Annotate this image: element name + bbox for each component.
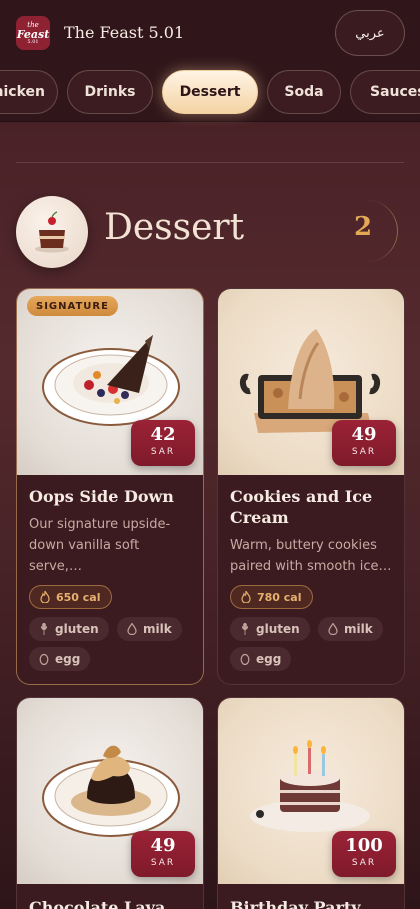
menu-item-card[interactable]: 49 SAR Cookies and Ice Cream Warm, butte… [217, 288, 405, 685]
calories-badge: 780 cal [230, 585, 313, 609]
tab-drinks[interactable]: Drinks [67, 70, 153, 114]
app-title: The Feast 5.01 [64, 23, 185, 42]
dish-name: Chocolate Lava [29, 898, 166, 909]
flame-icon [40, 591, 50, 603]
tab-chicken[interactable]: Chicken [0, 70, 58, 114]
allergen-chip-egg: egg [29, 647, 91, 671]
signature-badge: SIGNATURE [27, 296, 118, 316]
dish-name: Oops Side Down [29, 487, 174, 506]
price-tag: 49 SAR [131, 831, 195, 877]
tab-dessert[interactable]: Dessert [162, 70, 258, 114]
drop-icon [127, 623, 137, 635]
price-tag: 49 SAR [332, 420, 396, 466]
menu-item-card[interactable]: SIGNATURE 42 SAR Oops Side Down Our sign… [16, 288, 204, 685]
section-divider [16, 162, 404, 163]
drop-icon [328, 623, 338, 635]
menu-item-card[interactable]: 49 SAR Chocolate Lava [16, 697, 204, 909]
language-toggle-button[interactable]: عربي [335, 10, 405, 56]
allergen-chip-gluten: gluten [29, 617, 109, 641]
dish-image: SIGNATURE 42 SAR [17, 289, 203, 475]
tab-soda[interactable]: Soda [267, 70, 341, 114]
menu-page: theFeast5.01 The Feast 5.01 عربي Chicken… [0, 0, 420, 909]
dish-name: Cookies and Ice Cream [230, 487, 373, 527]
dish-name: Birthday Party [230, 898, 361, 909]
category-tabs: Chicken Drinks Dessert Soda Sauces [0, 66, 420, 122]
dish-image: 100 SAR [218, 698, 404, 884]
cake-icon [16, 196, 88, 268]
price-tag: 100 SAR [332, 831, 396, 877]
section-item-count: 2 [354, 212, 373, 242]
price-tag: 42 SAR [131, 420, 195, 466]
menu-item-card[interactable]: 100 SAR Birthday Party [217, 697, 405, 909]
allergen-chip-gluten: gluten [230, 617, 310, 641]
wheat-icon [241, 623, 249, 635]
allergen-chip-milk: milk [117, 617, 182, 641]
flame-icon [241, 591, 251, 603]
egg-icon [240, 653, 250, 665]
dish-description: Warm, buttery cookies paired with smooth… [230, 538, 392, 574]
dish-image: 49 SAR [17, 698, 203, 884]
wheat-icon [40, 623, 48, 635]
tab-sauces[interactable]: Sauces [350, 70, 420, 114]
allergen-chip-egg: egg [230, 647, 292, 671]
allergen-chip-milk: milk [318, 617, 383, 641]
calories-badge: 650 cal [29, 585, 112, 609]
section-title: Dessert [104, 207, 245, 248]
egg-icon [39, 653, 49, 665]
brand-logo: the Feast 5.01 [16, 16, 50, 50]
dish-description: Our signature upside-down vanilla soft s… [29, 517, 171, 574]
dish-image: 49 SAR [218, 289, 404, 475]
app-header: the Feast 5.01 The Feast 5.01 عربي [0, 0, 420, 66]
